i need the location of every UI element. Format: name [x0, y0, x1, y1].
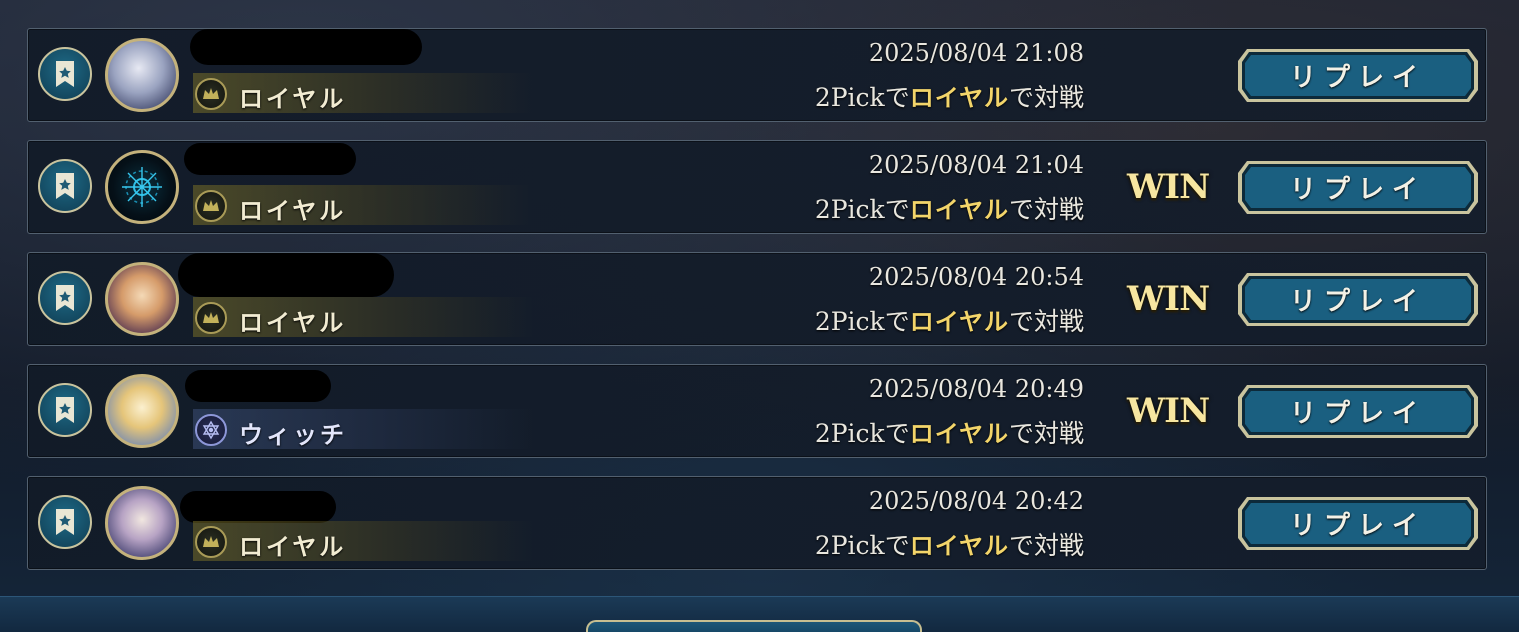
bookmark-button[interactable]	[38, 47, 92, 101]
history-row: ロイヤル 2025/08/04 21:08 2Pickでロイヤルで対戦 リプレイ	[27, 28, 1487, 122]
opponent-avatar[interactable]	[105, 374, 179, 448]
desc-suffix: で対戦	[1008, 307, 1084, 336]
bookmark-star-icon	[56, 509, 74, 535]
battle-history-screen: ロイヤル 2025/08/04 21:08 2Pickでロイヤルで対戦 リプレイ…	[0, 0, 1519, 632]
desc-class: ロイヤル	[909, 84, 1009, 112]
opponent-avatar[interactable]	[105, 486, 179, 560]
bottom-tab-button[interactable]	[586, 620, 922, 632]
bookmark-button[interactable]	[38, 495, 92, 549]
history-row: ロイヤル 2025/08/04 21:04 2Pickでロイヤルで対戦 WIN …	[27, 140, 1487, 234]
hexagram-icon	[195, 414, 227, 446]
desc-prefix: 2Pickで	[814, 195, 910, 224]
replay-button[interactable]: リプレイ	[1237, 272, 1479, 327]
crown-icon	[195, 526, 227, 558]
redacted-player-name	[180, 491, 336, 523]
opponent-class-label: ロイヤル	[239, 533, 347, 561]
replay-button[interactable]: リプレイ	[1237, 384, 1479, 439]
crown-icon	[195, 78, 227, 110]
opponent-avatar[interactable]	[105, 262, 179, 336]
replay-label: リプレイ	[1289, 287, 1426, 317]
redacted-player-name	[178, 253, 394, 297]
crown-icon	[195, 190, 227, 222]
replay-label: リプレイ	[1289, 175, 1426, 205]
replay-button[interactable]: リプレイ	[1237, 48, 1479, 103]
replay-button[interactable]: リプレイ	[1237, 496, 1479, 551]
replay-label: リプレイ	[1289, 63, 1426, 93]
replay-label: リプレイ	[1289, 399, 1426, 429]
redacted-player-name	[190, 29, 422, 65]
opponent-class-label: ロイヤル	[239, 197, 347, 225]
redacted-player-name	[185, 370, 331, 402]
bookmark-star-icon	[56, 285, 74, 311]
bookmark-button[interactable]	[38, 159, 92, 213]
bookmark-button[interactable]	[38, 383, 92, 437]
bookmark-star-icon	[56, 61, 74, 87]
desc-suffix: で対戦	[1008, 195, 1084, 224]
result-badge: WIN	[1127, 391, 1210, 431]
opponent-avatar[interactable]	[105, 150, 179, 224]
desc-prefix: 2Pickで	[814, 83, 910, 112]
result-badge: WIN	[1127, 167, 1210, 207]
redacted-player-name	[184, 143, 356, 175]
opponent-avatar[interactable]	[105, 38, 179, 112]
desc-suffix: で対戦	[1008, 83, 1084, 112]
opponent-class-label: ロイヤル	[239, 85, 347, 113]
desc-prefix: 2Pickで	[814, 419, 910, 448]
desc-prefix: 2Pickで	[814, 307, 910, 336]
history-row: ロイヤル 2025/08/04 20:54 2Pickでロイヤルで対戦 WIN …	[27, 252, 1487, 346]
bookmark-star-icon	[56, 173, 74, 199]
desc-class: ロイヤル	[909, 532, 1009, 560]
match-date: 2025/08/04 20:42	[868, 487, 1084, 515]
replay-button[interactable]: リプレイ	[1237, 160, 1479, 215]
opponent-class-label: ロイヤル	[239, 309, 347, 337]
bookmark-star-icon	[56, 397, 74, 423]
desc-prefix: 2Pickで	[814, 531, 910, 560]
desc-class: ロイヤル	[909, 420, 1009, 448]
match-description: 2Pickでロイヤルで対戦	[815, 190, 1084, 226]
match-description: 2Pickでロイヤルで対戦	[815, 302, 1084, 338]
opponent-class-label: ウィッチ	[239, 421, 347, 449]
match-date: 2025/08/04 20:49	[868, 375, 1084, 403]
bookmark-button[interactable]	[38, 271, 92, 325]
desc-suffix: で対戦	[1008, 531, 1084, 560]
result-badge: WIN	[1127, 279, 1210, 319]
history-row: ロイヤル 2025/08/04 20:42 2Pickでロイヤルで対戦 リプレイ	[27, 476, 1487, 570]
desc-suffix: で対戦	[1008, 419, 1084, 448]
match-date: 2025/08/04 21:08	[868, 39, 1084, 67]
replay-label: リプレイ	[1289, 511, 1426, 541]
match-date: 2025/08/04 20:54	[868, 263, 1084, 291]
match-description: 2Pickでロイヤルで対戦	[815, 526, 1084, 562]
match-date: 2025/08/04 21:04	[868, 151, 1084, 179]
desc-class: ロイヤル	[909, 308, 1009, 336]
match-description: 2Pickでロイヤルで対戦	[815, 414, 1084, 450]
desc-class: ロイヤル	[909, 196, 1009, 224]
match-description: 2Pickでロイヤルで対戦	[815, 78, 1084, 114]
history-row: ウィッチ 2025/08/04 20:49 2Pickでロイヤルで対戦 WIN …	[27, 364, 1487, 458]
crown-icon	[195, 302, 227, 334]
